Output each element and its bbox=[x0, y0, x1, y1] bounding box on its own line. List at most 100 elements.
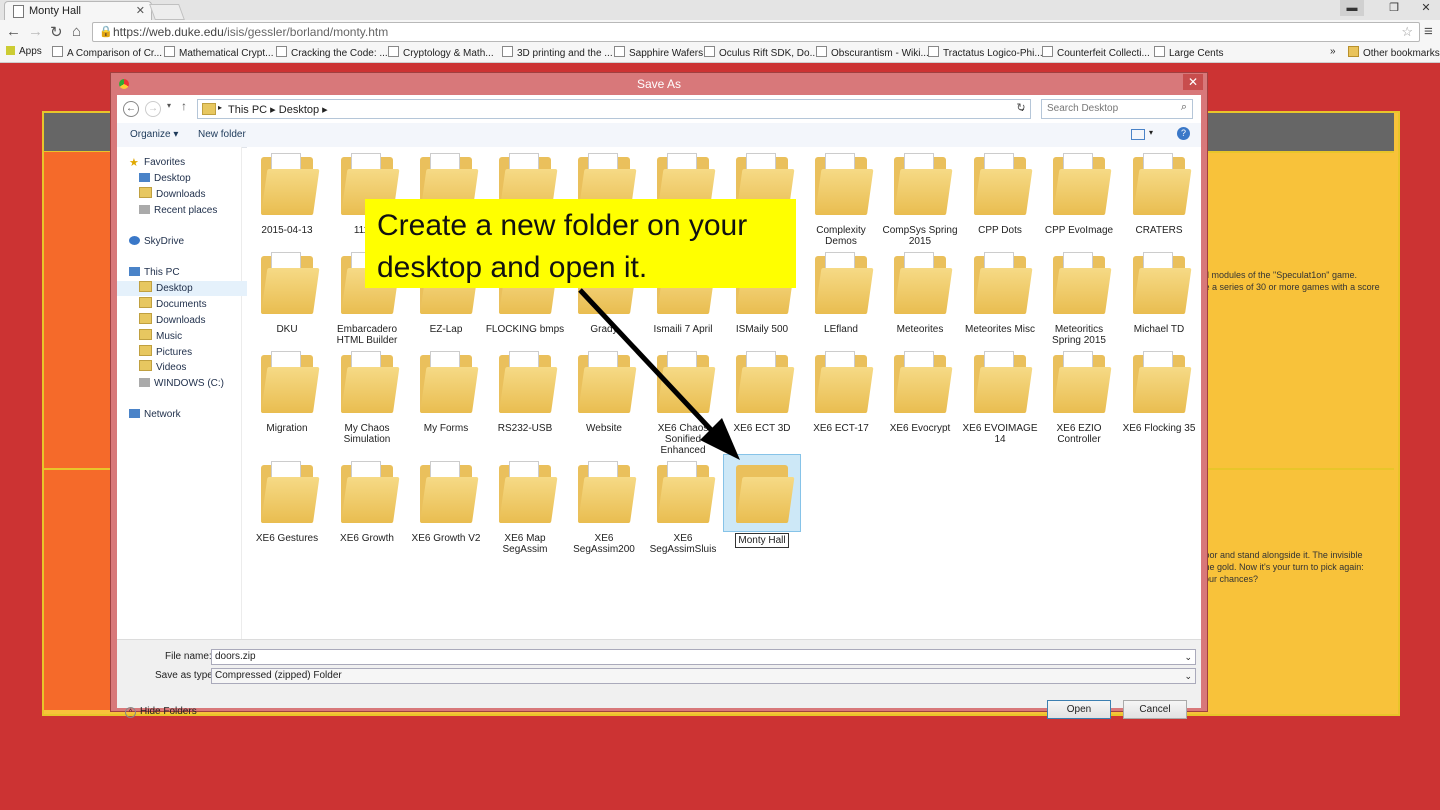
folder-item[interactable]: XE6 ECT 3D bbox=[722, 345, 802, 434]
folder-item[interactable]: XE6 Map SegAssim bbox=[485, 455, 565, 555]
chevron-down-icon[interactable]: ⌄ bbox=[1184, 669, 1192, 683]
bookmark-item[interactable]: Counterfeit Collecti... bbox=[1042, 46, 1150, 59]
folder-name: XE6 Growth V2 bbox=[411, 533, 481, 544]
help-icon[interactable]: ? bbox=[1177, 127, 1190, 140]
folder-icon bbox=[962, 246, 1038, 322]
address-bar[interactable]: 🔒 https://web.duke.edu/isis/gessler/borl… bbox=[92, 22, 1420, 42]
reload-icon[interactable]: ↻ bbox=[50, 23, 63, 41]
new-tab-button[interactable] bbox=[149, 4, 185, 20]
nav-documents[interactable]: Documents bbox=[117, 297, 259, 312]
nav-recent-places[interactable]: Recent places bbox=[117, 203, 259, 218]
bookmark-item[interactable]: Cracking the Code: ... bbox=[276, 46, 388, 59]
nav-downloads[interactable]: Downloads bbox=[117, 187, 259, 202]
bookmark-item[interactable]: Oculus Rift SDK, Do... bbox=[704, 46, 818, 59]
bookmark-item[interactable]: Large Cents bbox=[1154, 46, 1223, 59]
folder-item[interactable]: My Chaos Simulation bbox=[327, 345, 407, 445]
folder-item[interactable]: Website bbox=[564, 345, 644, 434]
save-as-type-select[interactable]: Compressed (zipped) Folder ⌄ bbox=[211, 668, 1196, 684]
nav-skydrive[interactable]: SkyDrive bbox=[117, 234, 249, 249]
bookmark-item[interactable]: Sapphire Wafers bbox=[614, 46, 703, 59]
folder-item[interactable]: Migration bbox=[247, 345, 327, 434]
bookmark-item[interactable]: A Comparison of Cr... bbox=[52, 46, 162, 59]
folder-name: CPP EvoImage bbox=[1044, 225, 1114, 236]
folder-item[interactable]: XE6 Gestures bbox=[247, 455, 327, 544]
folder-item[interactable]: Meteorites Misc bbox=[960, 246, 1040, 335]
folder-item[interactable]: My Forms bbox=[406, 345, 486, 434]
search-input[interactable]: Search Desktop ⌕ bbox=[1041, 99, 1193, 119]
chevron-down-icon[interactable]: ▾ bbox=[1149, 128, 1153, 137]
nav-windows-drive[interactable]: WINDOWS (C:) bbox=[117, 376, 259, 391]
nav-pictures[interactable]: Pictures bbox=[117, 345, 259, 360]
folder-item[interactable]: XE6 EZIO Controller bbox=[1039, 345, 1119, 445]
menu-icon[interactable]: ≡ bbox=[1424, 23, 1433, 40]
recent-locations-icon[interactable]: ▾ bbox=[167, 101, 171, 110]
folder-item[interactable]: CPP Dots bbox=[960, 147, 1040, 236]
view-options-icon[interactable] bbox=[1131, 129, 1145, 140]
folder-item[interactable]: XE6 Evocrypt bbox=[880, 345, 960, 434]
folder-item[interactable]: XE6 Flocking 35 bbox=[1119, 345, 1199, 434]
up-icon[interactable]: ↑ bbox=[181, 99, 187, 113]
bookmark-item[interactable]: Tractatus Logico-Phi... bbox=[928, 46, 1043, 59]
back-icon[interactable]: ← bbox=[6, 23, 21, 40]
file-name-input[interactable]: doors.zip ⌄ bbox=[211, 649, 1196, 665]
tab-monty-hall[interactable]: Monty Hall ✕ bbox=[4, 1, 152, 21]
folder-item[interactable]: XE6 SegAssim200 bbox=[564, 455, 644, 555]
folder-monty-hall[interactable]: Monty Hall bbox=[722, 454, 802, 548]
bookmark-item[interactable]: 3D printing and the ... bbox=[502, 46, 613, 59]
chevron-down-icon[interactable]: ⌄ bbox=[1184, 650, 1192, 664]
bookmark-item[interactable]: Obscurantism - Wiki... bbox=[816, 46, 929, 59]
folder-item[interactable]: Meteoritics Spring 2015 bbox=[1039, 246, 1119, 346]
folder-item[interactable]: DKU bbox=[247, 246, 327, 335]
nav-favorites[interactable]: ★ Favorites bbox=[117, 155, 249, 170]
forward-icon[interactable]: → bbox=[28, 23, 43, 40]
page-text: al modules of the "Speculat1on" game. bbox=[1202, 270, 1357, 280]
open-button[interactable]: Open bbox=[1047, 700, 1111, 719]
folder-item[interactable]: 2015-04-13 bbox=[247, 147, 327, 236]
folder-item[interactable]: Meteorites bbox=[880, 246, 960, 335]
folder-item[interactable]: LEfland bbox=[801, 246, 881, 335]
bookmark-star-icon[interactable]: ☆ bbox=[1401, 24, 1413, 40]
location-bar[interactable]: ▸ This PC ▸ Desktop ▸ ⌄ bbox=[197, 99, 1031, 119]
back-icon[interactable]: ← bbox=[123, 101, 139, 117]
forward-icon[interactable]: → bbox=[145, 101, 161, 117]
folder-item[interactable]: XE6 Growth V2 bbox=[406, 455, 486, 544]
folder-item[interactable]: Complexity Demos bbox=[801, 147, 881, 247]
new-folder-button[interactable]: New folder bbox=[198, 129, 246, 140]
nav-downloads-pc[interactable]: Downloads bbox=[117, 313, 259, 328]
nav-network[interactable]: Network bbox=[117, 407, 249, 422]
folder-name: Meteorites Misc bbox=[964, 324, 1035, 335]
folder-item[interactable]: XE6 Chaos Sonified Enhanced bbox=[643, 345, 723, 456]
save-as-type-label: Save as type: bbox=[155, 670, 216, 681]
folder-item[interactable]: XE6 Growth bbox=[327, 455, 407, 544]
breadcrumb-desktop[interactable]: Desktop bbox=[279, 104, 319, 116]
cancel-button[interactable]: Cancel bbox=[1123, 700, 1187, 719]
nav-videos[interactable]: Videos bbox=[117, 360, 259, 375]
bookmark-apps[interactable]: Apps bbox=[6, 46, 42, 57]
folder-item[interactable]: XE6 EVOIMAGE 14 bbox=[960, 345, 1040, 445]
bookmark-item[interactable]: Mathematical Crypt... bbox=[164, 46, 273, 59]
bookmark-other[interactable]: Other bookmarks bbox=[1348, 46, 1440, 59]
dialog-close-button[interactable]: ✕ bbox=[1183, 74, 1203, 90]
folder-item[interactable]: Michael TD bbox=[1119, 246, 1199, 335]
nav-this-pc-desktop[interactable]: Desktop bbox=[117, 281, 259, 296]
folder-item[interactable]: CompSys Spring 2015 bbox=[880, 147, 960, 247]
tab-close-icon[interactable]: ✕ bbox=[136, 4, 145, 17]
folder-item[interactable]: XE6 SegAssimSluis bbox=[643, 455, 723, 555]
breadcrumb-this-pc[interactable]: This PC bbox=[228, 104, 267, 116]
refresh-icon[interactable]: ↻ bbox=[1013, 99, 1029, 117]
folder-item[interactable]: RS232-USB bbox=[485, 345, 565, 434]
close-window-icon[interactable]: ✕ bbox=[1414, 0, 1438, 16]
nav-this-pc[interactable]: This PC bbox=[117, 265, 249, 280]
bookmarks-overflow-icon[interactable]: » bbox=[1330, 46, 1336, 57]
folder-item[interactable]: CPP EvoImage bbox=[1039, 147, 1119, 236]
nav-desktop[interactable]: Desktop bbox=[117, 171, 259, 186]
folder-item[interactable]: CRATERS bbox=[1119, 147, 1199, 236]
nav-music[interactable]: Music bbox=[117, 329, 259, 344]
folder-item[interactable]: XE6 ECT-17 bbox=[801, 345, 881, 434]
hide-folders-button[interactable]: ^ Hide Folders bbox=[125, 706, 197, 718]
bookmark-item[interactable]: Cryptology & Math... bbox=[388, 46, 494, 59]
minimize-icon[interactable]: ▬ bbox=[1340, 0, 1364, 16]
home-icon[interactable]: ⌂ bbox=[72, 23, 81, 40]
organize-button[interactable]: Organize ▾ bbox=[130, 129, 178, 140]
restore-icon[interactable]: ❐ bbox=[1382, 0, 1406, 16]
